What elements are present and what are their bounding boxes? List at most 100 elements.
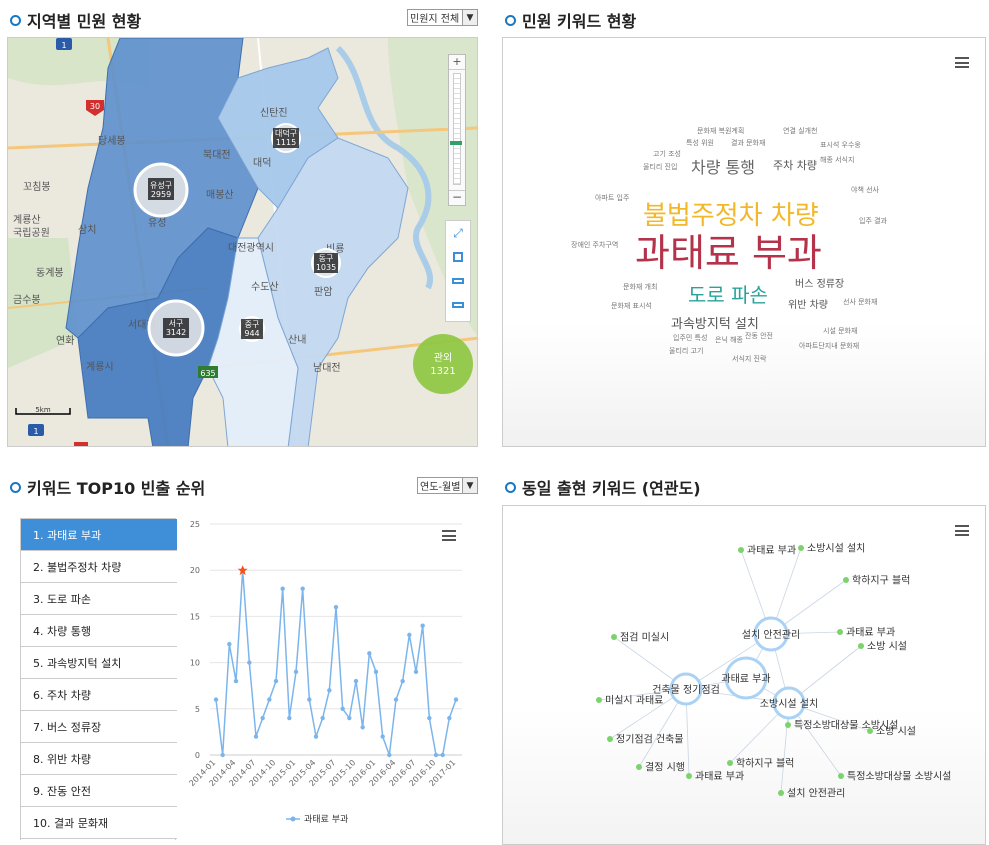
rank-item[interactable]: 7. 버스 정류장 bbox=[21, 711, 177, 743]
fullscreen-icon[interactable]: ⤢ bbox=[446, 221, 470, 245]
keyword-word[interactable]: 은닉 해종 bbox=[715, 337, 743, 344]
keyword-word[interactable]: 결과 문화재 bbox=[731, 140, 765, 147]
svg-text:중구: 중구 bbox=[245, 320, 260, 329]
related-title-text: 동일 출현 키워드 (연관도) bbox=[522, 479, 701, 498]
district-map[interactable]: 1 30 635 1 대전광역시 계룡시 유성 북대전 매봉산 신탄진 대덕 비… bbox=[8, 38, 478, 447]
legend-marker bbox=[290, 816, 296, 822]
leaf-label: 정기점검 건축물 bbox=[616, 734, 684, 746]
rank-item[interactable]: 5. 과속방지턱 설치 bbox=[21, 647, 177, 679]
period-select[interactable]: 연도-월별 ▼ bbox=[417, 477, 478, 494]
area-icon[interactable] bbox=[446, 293, 470, 317]
svg-text:동구: 동구 bbox=[319, 254, 334, 263]
top10-section-title: 키워드 TOP10 빈출 순위 bbox=[10, 475, 205, 499]
chart-menu-icon[interactable] bbox=[442, 530, 456, 541]
district-bubble-daedeok[interactable]: 대덕구 1115 bbox=[271, 123, 301, 153]
keyword-word[interactable]: 선사 문화재 bbox=[843, 299, 877, 306]
district-bubble-seo[interactable]: 서구 3142 bbox=[147, 299, 205, 357]
keyword-word[interactable]: 야책 선사 bbox=[851, 187, 879, 194]
svg-text:1: 1 bbox=[33, 427, 38, 436]
keyword-word[interactable]: 아파트 입주 bbox=[595, 195, 629, 202]
keyword-word[interactable]: 문화재 개최 bbox=[623, 284, 657, 291]
rank-item[interactable]: 4. 차량 통행 bbox=[21, 615, 177, 647]
keyword-word[interactable]: 고기 조성 bbox=[653, 151, 681, 158]
leaf-node[interactable] bbox=[607, 736, 613, 742]
zoom-control[interactable]: + − bbox=[448, 54, 466, 206]
ruler-icon[interactable] bbox=[446, 269, 470, 293]
rank-item[interactable]: 2. 불법주정차 차량 bbox=[21, 551, 177, 583]
rank-item[interactable]: 9. 잔동 안전 bbox=[21, 775, 177, 807]
district-bubble-dong[interactable]: 동구 1035 bbox=[311, 248, 341, 278]
keyword-word[interactable]: 과속방지턱 설치 bbox=[671, 318, 759, 331]
keyword-word[interactable]: 아파트단지내 문화재 bbox=[799, 343, 859, 350]
rank-item[interactable]: 8. 위반 차량 bbox=[21, 743, 177, 775]
leaf-node[interactable] bbox=[727, 760, 733, 766]
leaf-node[interactable] bbox=[686, 773, 692, 779]
zoom-slider-handle[interactable] bbox=[450, 141, 462, 145]
district-bubble-yuseong[interactable]: 유성구 2959 bbox=[133, 162, 189, 218]
leaf-node[interactable] bbox=[785, 722, 791, 728]
leaf-node[interactable] bbox=[843, 577, 849, 583]
svg-text:635: 635 bbox=[200, 369, 215, 378]
rank-item[interactable]: 1. 과태료 부과 bbox=[21, 519, 177, 551]
zoom-in-button[interactable]: + bbox=[449, 55, 465, 70]
leaf-node[interactable] bbox=[837, 629, 843, 635]
data-point bbox=[220, 752, 225, 758]
place-label: 판암 bbox=[314, 286, 332, 298]
data-point bbox=[280, 586, 285, 591]
keyword-word[interactable]: 차량 통행 bbox=[691, 160, 755, 176]
outside-bubble[interactable]: 관외 1321 bbox=[413, 334, 473, 394]
leaf-node[interactable] bbox=[596, 697, 602, 703]
keyword-word[interactable]: 시설 문화재 bbox=[823, 328, 857, 335]
keyword-word[interactable]: 서식지 진락 bbox=[732, 356, 766, 363]
keyword-word[interactable]: 과태료 부과 bbox=[635, 234, 822, 272]
rank-item[interactable]: 6. 주차 차량 bbox=[21, 679, 177, 711]
data-point bbox=[333, 604, 339, 610]
keyword-word[interactable]: 특성 위원 bbox=[686, 140, 714, 147]
keyword-word[interactable]: 연결 실개천 bbox=[783, 128, 817, 135]
data-point bbox=[373, 669, 379, 675]
map-filter-select[interactable]: 민원지 전체 ▼ bbox=[407, 9, 478, 26]
map-panel[interactable]: 1 30 635 1 대전광역시 계룡시 유성 북대전 매봉산 신탄진 대덕 비… bbox=[7, 37, 478, 447]
svg-text:1: 1 bbox=[61, 41, 66, 50]
leaf-node[interactable] bbox=[738, 547, 744, 553]
keyword-word[interactable]: 잔동 안전 bbox=[745, 333, 773, 340]
data-point bbox=[340, 706, 345, 711]
data-point bbox=[347, 715, 352, 721]
keyword-word[interactable]: 문화재 표시석 bbox=[611, 303, 652, 310]
keyword-word[interactable]: 문화재 복원계획 bbox=[697, 128, 744, 135]
leaf-node[interactable] bbox=[838, 773, 844, 779]
map-marker-icon bbox=[74, 442, 88, 446]
line-chart: 05101520252014-012014-042014-072014-1020… bbox=[187, 520, 462, 825]
place-label: 국립공원 bbox=[13, 226, 50, 239]
save-icon[interactable] bbox=[446, 245, 470, 269]
leaf-node[interactable] bbox=[778, 790, 784, 796]
keyword-word[interactable]: 버스 정류장 bbox=[795, 280, 844, 290]
keyword-word[interactable]: 주차 차량 bbox=[773, 160, 817, 171]
keyword-word[interactable]: 표시석 우수웅 bbox=[820, 142, 861, 149]
svg-text:944: 944 bbox=[244, 329, 259, 338]
keyword-word[interactable]: 장애인 주차구역 bbox=[571, 242, 618, 249]
leaf-node[interactable] bbox=[636, 764, 642, 770]
leaf-node[interactable] bbox=[798, 545, 804, 551]
keyword-word[interactable]: 울티리 고기 bbox=[669, 348, 703, 355]
rank-item[interactable]: 3. 도로 파손 bbox=[21, 583, 177, 615]
rank-item[interactable]: 10. 결과 문화재 bbox=[21, 807, 177, 839]
keyword-word[interactable]: 입주민 특성 bbox=[673, 335, 707, 342]
keyword-word[interactable]: 입주 결과 bbox=[859, 218, 887, 225]
district-bubble-jung[interactable]: 중구 944 bbox=[239, 316, 265, 342]
keyword-word[interactable]: 도로 파손 bbox=[688, 285, 768, 305]
leaf-node[interactable] bbox=[867, 728, 873, 734]
chevron-down-icon: ▼ bbox=[462, 10, 477, 25]
keyword-word[interactable]: 위반 차량 bbox=[788, 301, 828, 311]
keyword-word[interactable]: 울티리 진입 bbox=[643, 164, 677, 171]
leaf-node[interactable] bbox=[858, 643, 864, 649]
zoom-slider-track[interactable] bbox=[453, 73, 461, 185]
leaf-node[interactable] bbox=[611, 634, 617, 640]
keyword-word[interactable]: 해종 서식지 bbox=[820, 157, 854, 164]
chart-menu-icon[interactable] bbox=[955, 525, 969, 536]
keyword-word[interactable]: 불법주정차 차량 bbox=[643, 203, 819, 229]
chart-menu-icon[interactable] bbox=[955, 57, 969, 68]
keyword-network[interactable]: 설치 안전관리과태료 부과건축물 정기점검소방시설 설치과태료 부과 소방시설 설… bbox=[503, 506, 986, 845]
zoom-out-button[interactable]: − bbox=[449, 190, 465, 205]
leaf-label: 소방시설 설치 bbox=[807, 543, 865, 555]
